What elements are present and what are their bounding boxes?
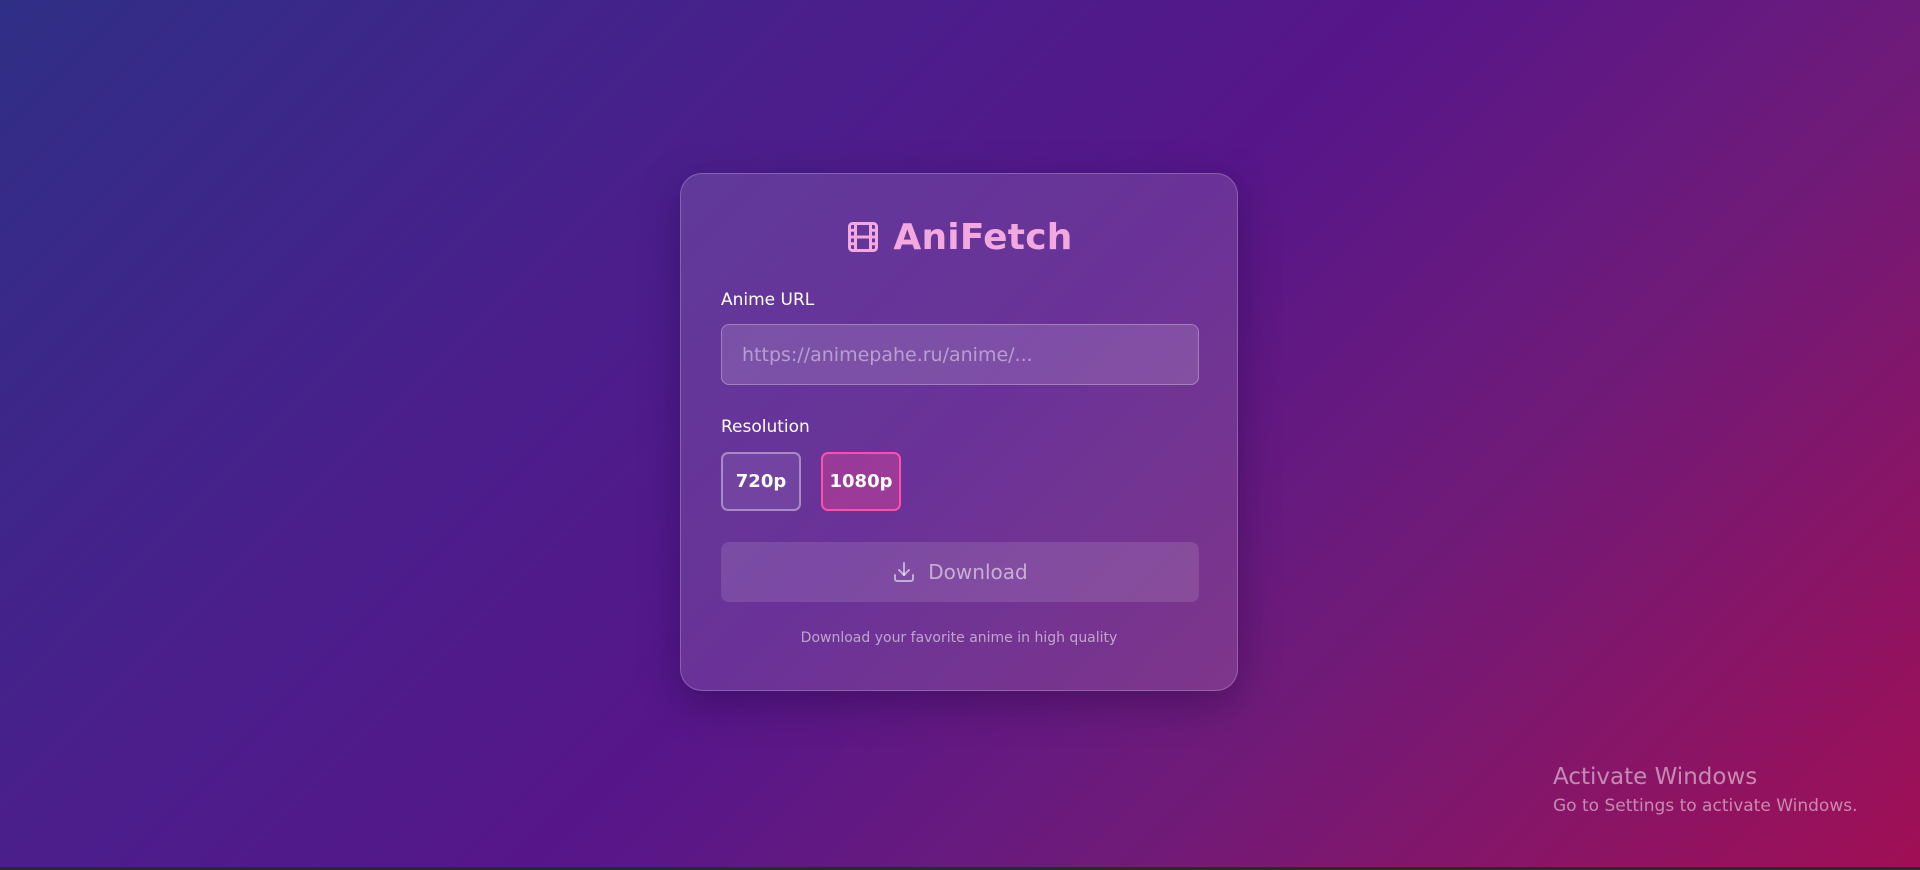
download-button[interactable]: Download — [721, 542, 1199, 602]
resolution-1080p-button[interactable]: 1080p — [821, 452, 901, 511]
app-title: AniFetch — [893, 216, 1073, 258]
resolution-label: Resolution — [721, 417, 810, 437]
windows-activation-watermark: Activate Windows Go to Settings to activ… — [1553, 763, 1858, 817]
anime-url-input[interactable] — [721, 324, 1199, 385]
anifetch-card: AniFetch Anime URL Resolution 720p 1080p… — [680, 173, 1238, 691]
watermark-title: Activate Windows — [1553, 764, 1758, 790]
download-button-label: Download — [928, 560, 1028, 584]
app-header: AniFetch — [681, 212, 1237, 262]
film-icon — [845, 219, 881, 255]
watermark-subtitle: Go to Settings to activate Windows. — [1553, 796, 1858, 816]
resolution-720p-button[interactable]: 720p — [721, 452, 801, 511]
anime-url-label: Anime URL — [721, 290, 815, 310]
tagline: Download your favorite anime in high qua… — [800, 630, 1118, 646]
download-icon — [892, 560, 916, 584]
